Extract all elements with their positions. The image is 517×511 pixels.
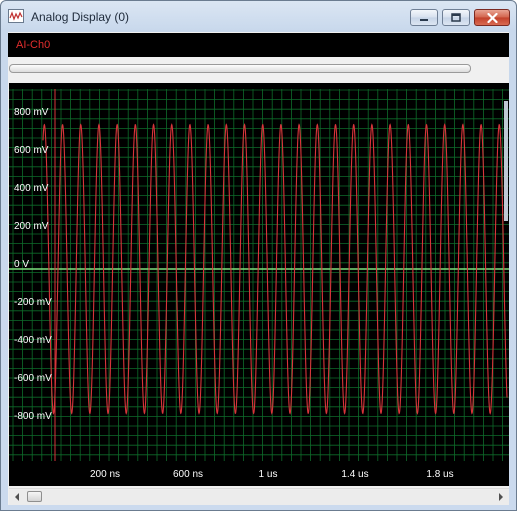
x-tick-label: 1.8 us [426,469,453,480]
chevron-left-icon [15,493,19,501]
analog-display-window: Analog Display (0) AI-Ch0 800 mV 600 mV 40… [0,0,517,511]
y-tick-label: 600 mV [14,145,49,156]
x-tick-label: 1 us [259,469,278,480]
scroll-right-button[interactable] [493,489,509,505]
chevron-right-icon [499,493,503,501]
minimize-icon [420,18,428,21]
y-tick-label: -200 mV [14,297,52,308]
x-tick-label: 600 ns [173,469,203,480]
display-content: AI-Ch0 800 mV 600 mV 400 mV 200 mV 0 V -200 m… [8,32,509,505]
y-tick-label: 200 mV [14,221,49,232]
oscilloscope-icon [8,9,24,23]
acquisition-progress-bar [9,64,471,73]
y-tick-label: -400 mV [14,335,52,346]
x-tick-label: 200 ns [90,469,120,480]
x-tick-label: 1.4 us [341,469,368,480]
window-edge-strip [504,101,508,221]
window-title: Analog Display (0) [31,10,130,24]
horizontal-scrollbar[interactable] [9,488,509,505]
minimize-button[interactable] [410,9,438,26]
channel-bar: AI-Ch0 [8,33,509,57]
maximize-icon [451,13,461,22]
y-tick-label: 800 mV [14,107,49,118]
scroll-thumb[interactable] [27,491,42,502]
scroll-left-button[interactable] [9,489,25,505]
y-tick-label: 0 V [14,259,29,270]
y-tick-label: -800 mV [14,411,52,422]
maximize-button[interactable] [442,9,470,26]
channel-label: AI-Ch0 [16,39,51,51]
title-bar[interactable]: Analog Display (0) [1,1,516,31]
y-tick-label: -600 mV [14,373,52,384]
close-button[interactable] [474,9,510,26]
oscilloscope-plot[interactable]: 800 mV 600 mV 400 mV 200 mV 0 V -200 mV -400 m… [9,83,509,486]
oscilloscope-chart: 800 mV 600 mV 400 mV 200 mV 0 V -200 mV -400 m… [9,89,509,480]
close-icon [486,12,498,23]
y-tick-label: 400 mV [14,183,49,194]
